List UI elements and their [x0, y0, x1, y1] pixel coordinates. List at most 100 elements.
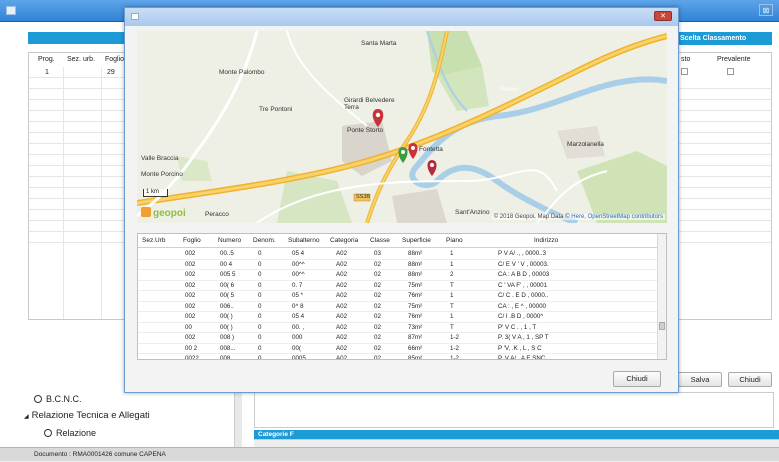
- column-header[interactable]: Indirizzo: [534, 234, 558, 248]
- table-cell: 02: [374, 281, 381, 289]
- background-chiudi-button[interactable]: Chiudi: [728, 372, 772, 387]
- map-marker-green[interactable]: [398, 147, 408, 163]
- column-header-sez-urb: Sez. urb.: [67, 56, 96, 63]
- table-row[interactable]: 002 008 ) 0 000 A02 02 87m² 1-2 P. 3( V A , 1 , …: [138, 333, 658, 344]
- lower-right-panel: [254, 392, 774, 428]
- table-row[interactable]: 002 00 4 0 00^^ A02 02 88m² 1 C/ E V ' V , 00003…: [138, 260, 658, 270]
- table-cell: 02: [374, 344, 381, 352]
- column-header[interactable]: Denom.: [253, 234, 276, 248]
- table-cell: 002: [185, 292, 196, 299]
- radio-icon: [44, 429, 52, 437]
- table-cell: 1: [450, 250, 454, 257]
- scelta-classamento-header: Scelta Classamento: [676, 32, 772, 45]
- map-marker-red[interactable]: [408, 143, 418, 159]
- dialog-titlebar[interactable]: [125, 8, 678, 26]
- map-scale: 1 km: [143, 189, 169, 197]
- map-label: Valle Braccia: [141, 155, 179, 162]
- table-row[interactable]: 002 00( 5 0 05 * A02 02 76m² 1 C/ C . E D , 0000…: [138, 291, 658, 302]
- table-cell: 05 4: [292, 313, 305, 320]
- prevalente-checkbox[interactable]: [727, 68, 734, 75]
- collapse-icon[interactable]: ◢: [24, 414, 29, 420]
- row-checkbox[interactable]: [681, 68, 688, 75]
- table-cell: 0: [258, 271, 262, 278]
- column-header-prog: Prog.: [38, 56, 55, 63]
- table-cell: 76m²: [408, 313, 423, 320]
- cell-prog: 1: [45, 69, 49, 76]
- table-cell: C/ I .B D , 0000^: [498, 313, 544, 320]
- attribution-link[interactable]: Here, OpenStreetMap contributors: [571, 214, 663, 220]
- tree-item-label: Relazione Tecnica e Allegati: [31, 410, 150, 421]
- table-cell: 88m²: [408, 260, 423, 268]
- table-cell: CA : A B D , 00003: [498, 271, 550, 278]
- table-cell: 00( 6: [220, 281, 235, 289]
- table-cell: A02: [336, 313, 348, 320]
- column-header[interactable]: Superficie: [402, 234, 431, 248]
- table-row[interactable]: 002 00..5 0 05 4 A02 03 88m² 1 P V A/ ., , 0000.…: [138, 249, 658, 260]
- table-cell: 0022: [185, 355, 199, 360]
- table-cell: 005 5: [220, 271, 236, 278]
- column-header[interactable]: Numero: [218, 234, 241, 248]
- table-row[interactable]: 002 006.. 0 0^ 8 A02 02 75m² T CA : , E ^ , 0000…: [138, 302, 658, 312]
- table-row[interactable]: 00 00( ) 0 00. , A02 02 73m² T P' V C . , 1 , T: [138, 323, 658, 333]
- map-marker-red[interactable]: [427, 160, 437, 176]
- radio-icon: [34, 395, 42, 403]
- table-cell: 1: [450, 292, 454, 299]
- table-row[interactable]: 002 00( ) 0 05 4 A02 02 76m² 1 C/ I .B D , 0000^: [138, 312, 658, 323]
- chiudi-button[interactable]: Chiudi: [613, 371, 661, 387]
- categorie-header: Categorie F: [254, 430, 779, 439]
- map-label: Peracco: [205, 211, 229, 218]
- tree-item-bcnc[interactable]: B.C.N.C.: [34, 394, 82, 404]
- column-header[interactable]: Piano: [446, 234, 463, 248]
- salva-button[interactable]: Salva: [678, 372, 722, 387]
- table-row[interactable]: 002 005 5 0 00^^ A02 02 88m² 2 CA : A B D , 0000…: [138, 270, 658, 281]
- table-row[interactable]: 0022 008.. 0 0005 A02 02 85m² 1-2 P. V A/ . A E …: [138, 354, 658, 360]
- table-row[interactable]: 002 00( 6 0 0. 7 A02 02 75m² T C ' VA F' , , 000…: [138, 281, 658, 291]
- horizontal-scrollbar[interactable]: [254, 439, 779, 447]
- map-label: Monte Palombo: [219, 69, 265, 76]
- scroll-thumb[interactable]: [659, 322, 665, 330]
- table-cell: 05 *: [292, 292, 304, 299]
- app-icon: [6, 6, 16, 15]
- column-header[interactable]: Foglio: [183, 234, 201, 248]
- tree-item-relazione[interactable]: Relazione: [44, 428, 96, 438]
- grid-scrollbar[interactable]: [657, 234, 666, 359]
- table-cell: 00: [185, 323, 192, 331]
- column-header[interactable]: Subalterno: [288, 234, 319, 248]
- grid-header: Sez.Urb Foglio Numero Denom. Subalterno …: [138, 234, 658, 248]
- column-header-prevalente: Prevalente: [717, 56, 751, 63]
- column-header[interactable]: Classe: [370, 234, 390, 248]
- table-cell: 02: [374, 323, 381, 331]
- table-row[interactable]: 1 29: [29, 67, 127, 78]
- road-label: SS3B: [356, 194, 371, 200]
- table-cell: A02: [336, 302, 348, 310]
- tree-scrollbar[interactable]: [234, 392, 242, 447]
- table-cell: 87m²: [408, 334, 423, 341]
- table-cell: 1-2: [450, 355, 459, 360]
- table-row[interactable]: 00 2 008... 0 00(A02 02 66m² 1-2 P 'V, .K , L ,…: [138, 344, 658, 354]
- table-cell: C/ E V ' V , 00003.: [498, 260, 549, 268]
- table-cell: 0: [258, 323, 262, 331]
- table-cell: 002: [185, 302, 196, 310]
- tree-item-relazione-tecnica[interactable]: ◢ Relazione Tecnica e Allegati: [24, 410, 150, 421]
- table-cell: 02: [374, 334, 381, 341]
- map-view[interactable]: Santa Marta Monte Palombo Tre Pontoni Gi…: [137, 31, 667, 223]
- app-close-button[interactable]: ⊠: [759, 4, 773, 16]
- table-cell: 002: [185, 250, 196, 257]
- table-cell: 002: [185, 334, 196, 341]
- table-cell: 000: [292, 334, 303, 341]
- map-dialog: ✕ Santa Marta Monte Palombo Tre Pontoni …: [124, 7, 679, 393]
- logo-icon: [141, 207, 151, 217]
- map-label: Marzolanella: [567, 141, 604, 148]
- left-panel-header: [28, 32, 128, 44]
- column-header[interactable]: Sez.Urb: [142, 234, 165, 248]
- table-cell: 0: [258, 313, 262, 320]
- dialog-close-button[interactable]: ✕: [654, 11, 672, 21]
- table-cell: A02: [336, 344, 348, 352]
- table-cell: P' V C . , 1 , T: [498, 323, 537, 331]
- table-cell: 0. 7: [292, 281, 303, 289]
- table-cell: 008..: [220, 355, 234, 360]
- table-cell: 00^^: [292, 260, 305, 268]
- column-header[interactable]: Categoria: [330, 234, 358, 248]
- table-cell: 0: [258, 334, 262, 341]
- table-cell: A02: [336, 292, 348, 299]
